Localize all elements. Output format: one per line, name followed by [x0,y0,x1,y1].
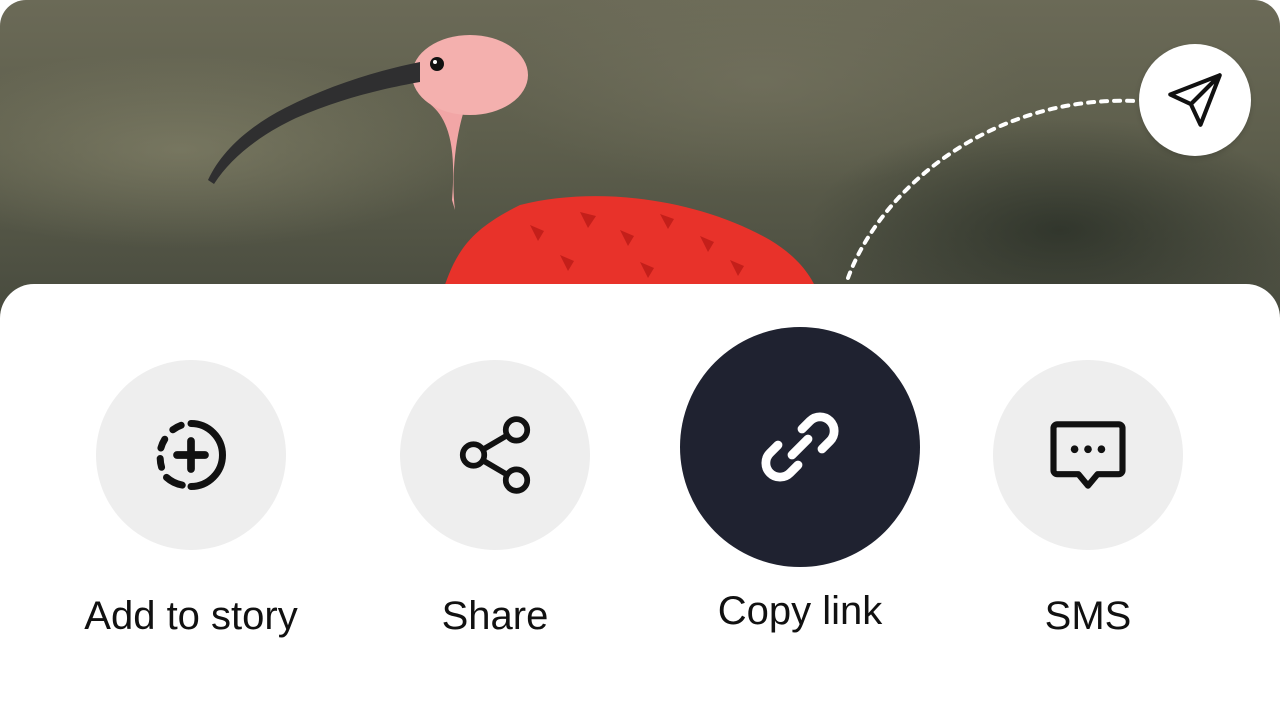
message-dots-icon [1050,421,1126,489]
share-screen: Add to story Share Copy link SMS [0,0,1280,708]
add-to-story-button[interactable] [96,360,286,550]
copy-link-action[interactable]: Copy link [680,327,920,639]
copy-link-label: Copy link [717,589,883,633]
sms-label: SMS [1044,594,1132,638]
scarlet-ibis-illustration [208,35,1138,300]
share-action[interactable]: Share [385,360,605,644]
copy-link-button[interactable] [680,327,920,567]
story-add-icon [156,420,226,490]
paper-plane-icon [1168,73,1222,127]
share-button[interactable] [400,360,590,550]
ibis-photo [0,0,1280,330]
send-button[interactable] [1139,44,1251,156]
sms-button[interactable] [993,360,1183,550]
link-icon [761,412,839,482]
add-to-story-label: Add to story [84,594,298,638]
add-to-story-action[interactable]: Add to story [81,360,301,644]
share-label: Share [441,594,549,638]
share-nodes-icon [459,416,531,494]
sms-action[interactable]: SMS [978,360,1198,644]
